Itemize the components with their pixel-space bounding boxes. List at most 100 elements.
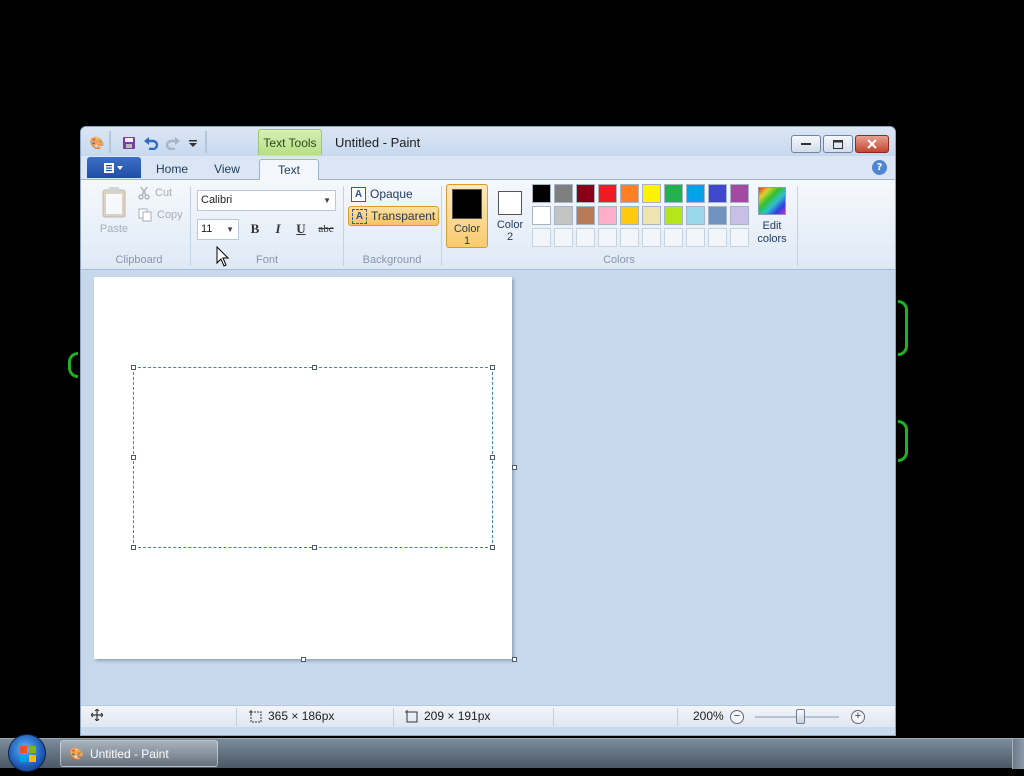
opaque-button[interactable]: A Opaque [348, 184, 416, 204]
help-icon[interactable]: ? [872, 160, 887, 175]
window-title: Untitled - Paint [335, 135, 421, 150]
text-box[interactable] [131, 365, 495, 550]
close-button[interactable] [855, 135, 889, 153]
palette-color-swatch[interactable] [554, 184, 573, 203]
resize-handle[interactable] [131, 545, 136, 550]
minimize-icon [801, 143, 811, 145]
transparent-button[interactable]: A Transparent [348, 206, 440, 226]
palette-color-swatch[interactable] [730, 206, 749, 225]
image-size-value: 209 × 191px [424, 709, 491, 723]
selection-size-value: 365 × 186px [268, 709, 335, 723]
palette-color-swatch[interactable] [708, 184, 727, 203]
palette-color-swatch[interactable] [532, 184, 551, 203]
canvas-resize-handle-bottom[interactable] [301, 657, 306, 662]
palette-color-swatch[interactable] [686, 184, 705, 203]
copy-icon [138, 208, 152, 222]
resize-handle[interactable] [490, 455, 495, 460]
redo-icon[interactable] [165, 135, 181, 151]
palette-empty-slot[interactable] [554, 228, 573, 247]
edit-colors-label: Edit colors [757, 220, 787, 245]
tab-home[interactable]: Home [147, 159, 197, 180]
canvas-resize-handle-right[interactable] [512, 465, 517, 470]
palette-color-swatch[interactable] [686, 206, 705, 225]
palette-color-swatch[interactable] [532, 206, 551, 225]
scissors-icon [138, 186, 150, 200]
palette-empty-slot[interactable] [642, 228, 661, 247]
resize-handle[interactable] [131, 365, 136, 370]
paint-menu-button[interactable] [87, 157, 141, 178]
palette-empty-slot[interactable] [532, 228, 551, 247]
color1-swatch [452, 189, 482, 219]
italic-button[interactable]: I [268, 219, 288, 239]
palette-empty-slot[interactable] [708, 228, 727, 247]
mouse-cursor-icon [216, 246, 230, 267]
palette-empty-slot[interactable] [686, 228, 705, 247]
image-size: 209 × 191px [405, 709, 490, 723]
palette-empty-slot[interactable] [620, 228, 639, 247]
palette-color-swatch[interactable] [642, 206, 661, 225]
edit-colors-button[interactable]: Edit colors [751, 185, 793, 249]
canvas-workspace[interactable] [82, 271, 894, 704]
resize-handle[interactable] [131, 455, 136, 460]
resize-handle[interactable] [490, 365, 495, 370]
chevron-down-icon: ▼ [226, 225, 234, 234]
palette-color-swatch[interactable] [620, 184, 639, 203]
tab-view[interactable]: View [203, 159, 251, 180]
paint-app-icon: 🎨 [69, 746, 84, 761]
strikethrough-button[interactable]: abc [314, 219, 338, 239]
palette-color-swatch[interactable] [598, 206, 617, 225]
color1-button[interactable]: Color 1 [446, 184, 488, 248]
maximize-button[interactable] [823, 135, 853, 153]
paint-app-icon[interactable]: 🎨 [89, 135, 105, 151]
palette-color-swatch[interactable] [576, 184, 595, 203]
font-size-select[interactable]: 11 ▼ [197, 219, 239, 240]
close-icon [867, 139, 877, 149]
palette-empty-slot[interactable] [664, 228, 683, 247]
customize-qat-icon[interactable] [185, 135, 201, 151]
tab-text[interactable]: Text [259, 159, 319, 181]
copy-label: Copy [157, 209, 183, 221]
background-group-label: Background [362, 254, 422, 266]
palette-color-swatch[interactable] [642, 184, 661, 203]
palette-empty-slot[interactable] [598, 228, 617, 247]
palette-color-swatch[interactable] [598, 184, 617, 203]
group-separator [343, 186, 344, 266]
text-tools-context-label: Text Tools [258, 129, 322, 155]
palette-empty-slot[interactable] [730, 228, 749, 247]
underline-button[interactable]: U [291, 219, 311, 239]
palette-empty-slot[interactable] [576, 228, 595, 247]
bold-button[interactable]: B [245, 219, 265, 239]
resize-handle[interactable] [312, 545, 317, 550]
move-cursor-icon [91, 709, 103, 721]
palette-color-swatch[interactable] [730, 184, 749, 203]
palette-color-swatch[interactable] [620, 206, 639, 225]
taskbar-item-label: Untitled - Paint [89, 746, 169, 761]
zoom-out-button[interactable]: − [730, 710, 744, 724]
selection-size-icon [249, 709, 262, 722]
drawing-canvas[interactable] [94, 277, 512, 659]
save-icon[interactable] [121, 135, 137, 151]
canvas-resize-handle-corner[interactable] [512, 657, 517, 662]
font-family-select[interactable]: Calibri ▼ [197, 190, 336, 211]
maximize-icon [833, 139, 843, 149]
resize-handle[interactable] [490, 545, 495, 550]
undo-icon[interactable] [143, 135, 159, 151]
taskbar-item-paint[interactable]: 🎨 Untitled - Paint [60, 740, 218, 767]
palette-color-swatch[interactable] [554, 206, 573, 225]
cut-button[interactable]: Cut [138, 186, 172, 200]
palette-color-swatch[interactable] [708, 206, 727, 225]
resize-handle[interactable] [312, 365, 317, 370]
palette-color-swatch[interactable] [664, 206, 683, 225]
show-desktop-button[interactable] [1012, 739, 1024, 769]
zoom-in-button[interactable]: + [851, 710, 865, 724]
palette-color-swatch[interactable] [576, 206, 595, 225]
color2-button[interactable]: Color 2 [489, 184, 531, 248]
paste-button[interactable]: Paste [95, 186, 133, 240]
title-bar[interactable]: 🎨 Text Tools Untitled - Paint [81, 127, 895, 157]
zoom-slider-thumb[interactable] [796, 709, 806, 724]
minimize-button[interactable] [791, 135, 821, 153]
palette-color-swatch[interactable] [664, 184, 683, 203]
group-separator [190, 186, 191, 266]
copy-button[interactable]: Copy [138, 208, 183, 222]
start-button[interactable] [8, 734, 46, 772]
